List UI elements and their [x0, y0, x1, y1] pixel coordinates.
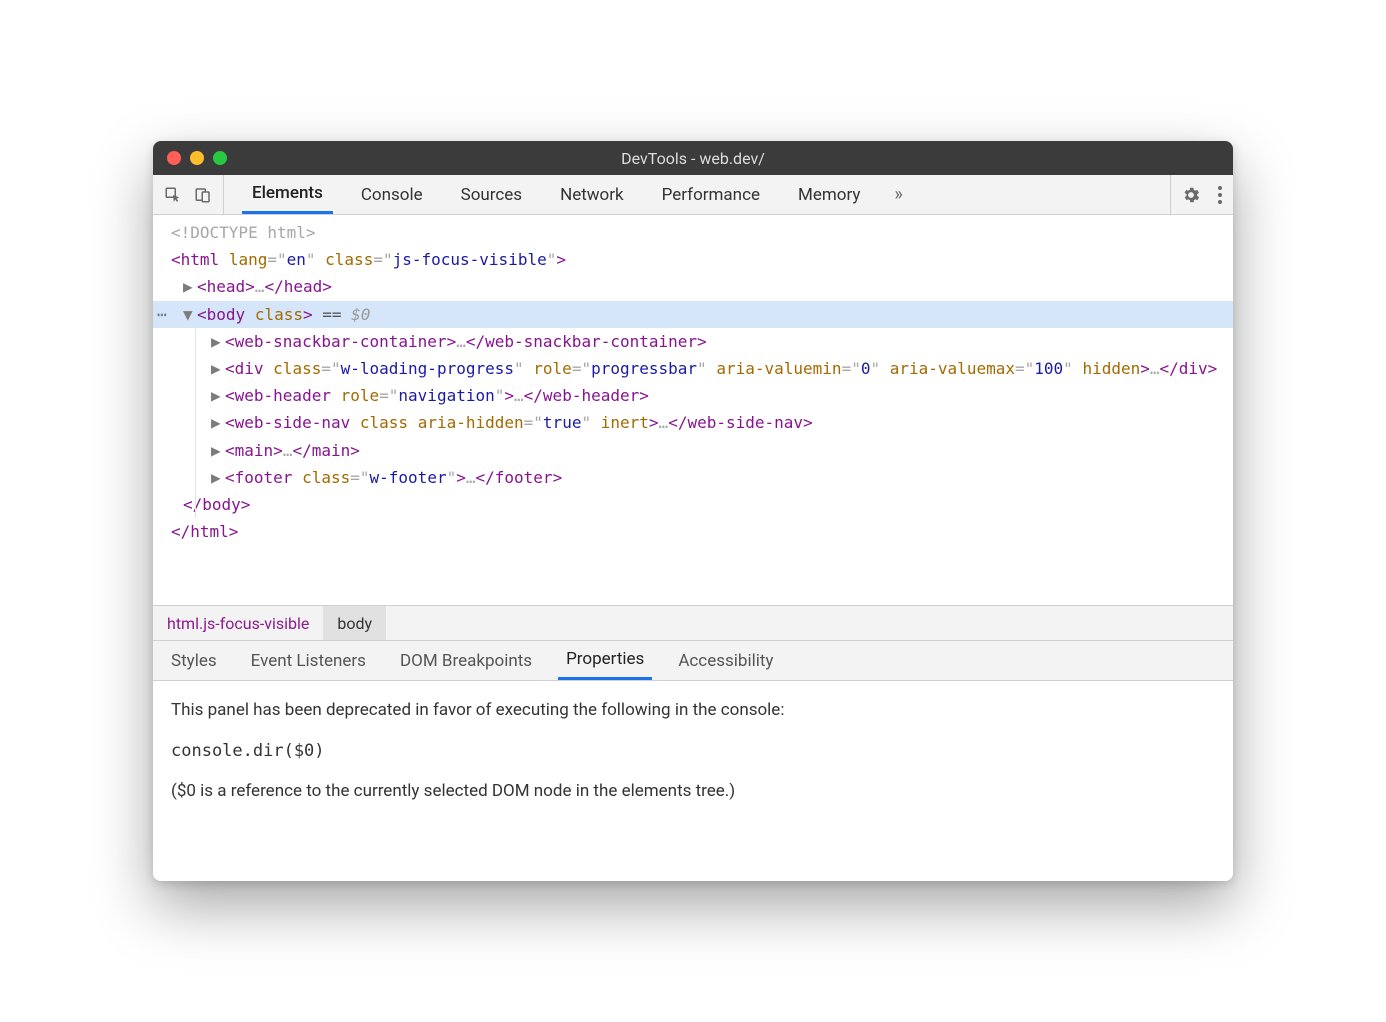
main-tabs: Elements Console Sources Network Perform…: [234, 175, 1160, 214]
window-title: DevTools - web.dev/: [153, 149, 1233, 168]
settings-gear-icon[interactable]: [1181, 185, 1201, 205]
tab-elements[interactable]: Elements: [242, 175, 333, 214]
device-toolbar-icon[interactable]: [193, 185, 213, 205]
dom-child-web-header[interactable]: ▶<web-header role="navigation">…</web-he…: [153, 382, 1233, 409]
deprecation-line-2: ($0 is a reference to the currently sele…: [171, 776, 1215, 807]
deprecation-line-1: This panel has been deprecated in favor …: [171, 695, 1215, 726]
traffic-lights: [167, 151, 227, 165]
window-minimize-button[interactable]: [190, 151, 204, 165]
window-maximize-button[interactable]: [213, 151, 227, 165]
subtab-styles[interactable]: Styles: [163, 641, 225, 680]
inspect-element-icon[interactable]: [163, 185, 183, 205]
subtab-properties[interactable]: Properties: [558, 641, 652, 680]
dom-child-web-side-nav[interactable]: ▶<web-side-nav class aria-hidden="true" …: [153, 409, 1233, 436]
kebab-menu-icon[interactable]: [1217, 185, 1223, 205]
toolbar-left-group: [163, 175, 224, 214]
properties-detail-pane: This panel has been deprecated in favor …: [153, 681, 1233, 881]
dom-html-open[interactable]: <html lang="en" class="js-focus-visible"…: [153, 246, 1233, 273]
tab-sources[interactable]: Sources: [451, 175, 532, 214]
deprecation-code: console.dir($0): [171, 736, 1215, 767]
more-tabs-button[interactable]: »: [888, 184, 908, 205]
dom-body-close[interactable]: </body>: [153, 491, 1233, 518]
window-close-button[interactable]: [167, 151, 181, 165]
dom-body-open[interactable]: ▼<body class> == $0: [153, 301, 1233, 328]
dom-child-main[interactable]: ▶<main>…</main>: [153, 437, 1233, 464]
subtab-event-listeners[interactable]: Event Listeners: [243, 641, 374, 680]
subtab-accessibility[interactable]: Accessibility: [670, 641, 781, 680]
tab-console[interactable]: Console: [351, 175, 433, 214]
dom-doctype[interactable]: <!DOCTYPE html>: [153, 219, 1233, 246]
breadcrumb-bar: html.js-focus-visible body: [153, 605, 1233, 641]
detail-subtabs: Styles Event Listeners DOM Breakpoints P…: [153, 641, 1233, 681]
breadcrumb-body[interactable]: body: [323, 606, 386, 640]
tab-performance[interactable]: Performance: [652, 175, 770, 214]
tab-memory[interactable]: Memory: [788, 175, 870, 214]
dom-child-footer[interactable]: ▶<footer class="w-footer">…</footer>: [153, 464, 1233, 491]
tab-network[interactable]: Network: [550, 175, 634, 214]
dom-child-div[interactable]: ▶<div class="w-loading-progress" role="p…: [153, 355, 1233, 382]
dom-html-close[interactable]: </html>: [153, 518, 1233, 545]
subtab-dom-breakpoints[interactable]: DOM Breakpoints: [392, 641, 540, 680]
breadcrumb-html[interactable]: html.js-focus-visible: [153, 606, 323, 640]
toolbar-right-group: [1170, 175, 1223, 214]
devtools-window: DevTools - web.dev/ Elements Console Sou…: [153, 141, 1233, 881]
dom-tree-pane[interactable]: <!DOCTYPE html> <html lang="en" class="j…: [153, 215, 1233, 605]
dom-head[interactable]: ▶<head>…</head>: [153, 273, 1233, 300]
dom-child-web-snackbar-container[interactable]: ▶<web-snackbar-container>…</web-snackbar…: [153, 328, 1233, 355]
main-toolbar: Elements Console Sources Network Perform…: [153, 175, 1233, 215]
titlebar: DevTools - web.dev/: [153, 141, 1233, 175]
